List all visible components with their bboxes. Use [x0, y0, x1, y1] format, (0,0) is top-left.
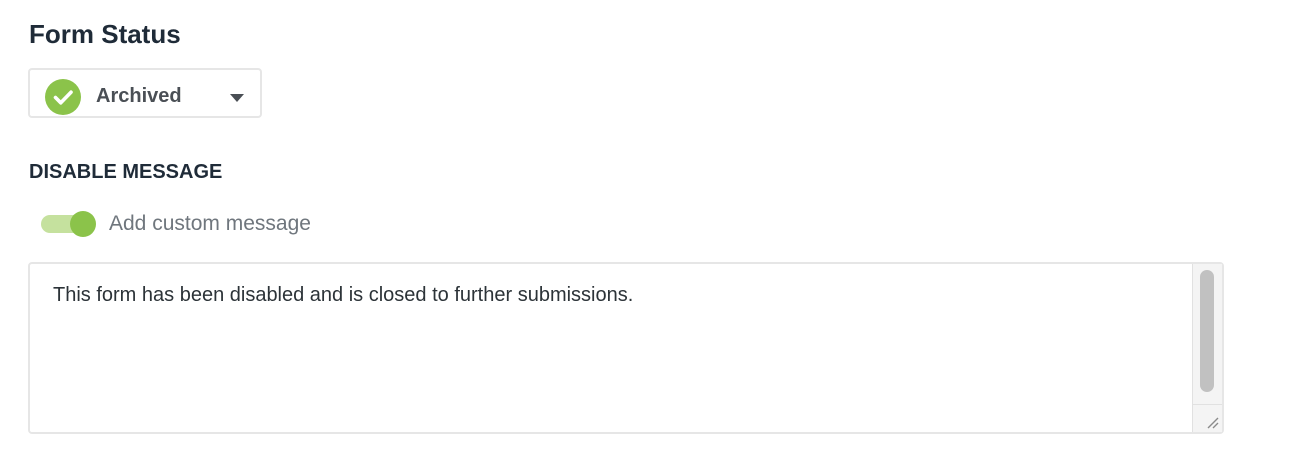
custom-message-toggle-label[interactable]: Add custom message: [109, 212, 311, 236]
disable-message-textarea[interactable]: This form has been disabled and is close…: [28, 262, 1224, 434]
form-status-selected-value: Archived: [96, 85, 182, 107]
resize-handle-icon[interactable]: [1192, 404, 1222, 432]
caret-down-icon: [229, 90, 245, 102]
scrollbar-thumb[interactable]: [1200, 270, 1214, 392]
form-status-title: Form Status: [29, 19, 181, 49]
disable-message-title: DISABLE MESSAGE: [29, 161, 223, 183]
textarea-scrollbar[interactable]: [1192, 264, 1222, 404]
disable-message-text[interactable]: This form has been disabled and is close…: [53, 282, 1183, 308]
form-status-dropdown[interactable]: Archived: [28, 68, 262, 118]
toggle-knob: [70, 211, 96, 237]
custom-message-toggle[interactable]: [41, 210, 97, 238]
check-circle-icon: [45, 79, 81, 115]
